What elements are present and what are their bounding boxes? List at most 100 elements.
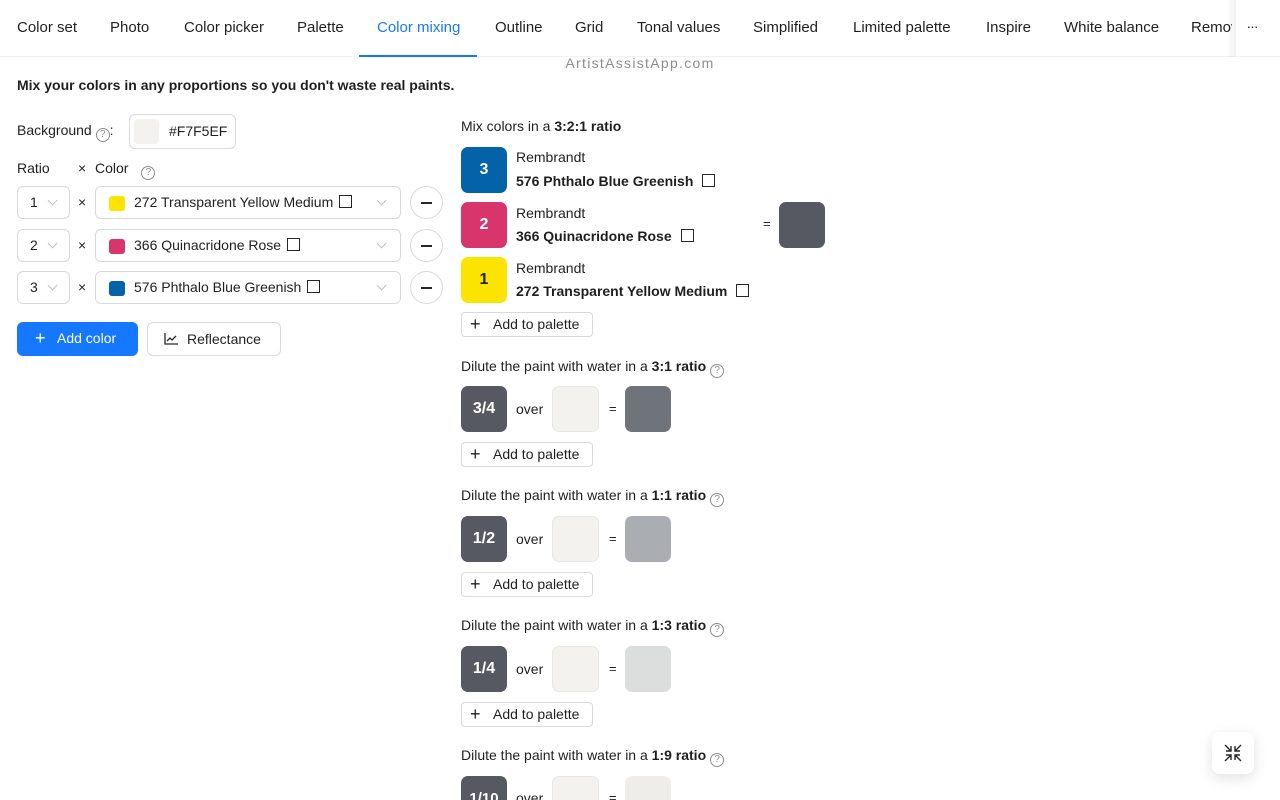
color-swatch [109,196,125,211]
paint-swatch: 3 [461,147,507,193]
add-to-palette-button[interactable]: + Add to palette [461,312,593,337]
tab-outline[interactable]: Outline [495,0,543,56]
paint-brand: Rembrandt [516,260,586,276]
mix-title: Mix colors in a 3:2:1 ratio [461,118,621,134]
plus-icon: + [470,444,481,464]
fullscreen-button[interactable] [1212,732,1254,774]
color-header-text: Color [95,160,129,176]
tab-palette[interactable]: Palette [297,0,344,56]
add-to-palette-label: Add to palette [493,706,580,722]
tab-bar: Color set Photo Color picker Palette Col… [0,0,1280,57]
ratio-select[interactable]: 2 [17,229,70,262]
add-to-palette-button[interactable]: + Add to palette [461,702,593,727]
paint-name: 272 Transparent Yellow Medium [516,283,728,299]
tab-list: Color set Photo Color picker Palette Col… [0,0,1232,57]
dilution-result-swatch [625,646,671,692]
tab-grid[interactable]: Grid [575,0,603,56]
help-icon[interactable]: ? [710,753,725,767]
checkbox-icon [736,284,750,297]
help-icon[interactable]: ? [141,166,156,180]
help-icon[interactable]: ? [710,623,725,637]
color-select[interactable]: 366 Quinacridone Rose [95,229,401,262]
dilution-prefix: Dilute the paint with water in a [461,617,652,633]
paint-fraction-swatch: 3/4 [461,386,507,432]
more-tabs-button[interactable]: ··· [1240,16,1264,40]
dilution-ratio: 1:1 ratio [651,487,707,503]
background-swatch [134,119,159,144]
equals-sign: = [609,401,617,416]
color-name: 576 Phthalo Blue Greenish [134,279,302,295]
tab-color-picker[interactable]: Color picker [184,0,264,56]
mix-ratio: 3:2:1 ratio [554,118,622,134]
ratio-value: 1 [30,194,38,210]
dilution-title: Dilute the paint with water in a 3:1 rat… [461,358,725,378]
tab-photo[interactable]: Photo [110,0,149,56]
paint-swatch: 2 [461,202,507,248]
plus-icon: + [470,314,481,334]
tab-color-set[interactable]: Color set [17,0,77,56]
times-sign: × [78,279,87,295]
dilution-ratio: 3:1 ratio [651,358,707,374]
ratio-select[interactable]: 3 [17,271,70,304]
color-select[interactable]: 272 Transparent Yellow Medium [95,186,401,219]
ratio-select[interactable]: 1 [17,186,70,219]
mix-title-prefix: Mix colors in a [461,118,555,134]
over-label: over [516,661,544,677]
add-to-palette-label: Add to palette [493,316,580,332]
color-select[interactable]: 576 Phthalo Blue Greenish [95,271,401,304]
equals-sign: = [763,216,771,231]
paint-name-row: 576 Phthalo Blue Greenish [516,173,716,189]
remove-color-button[interactable] [410,186,443,219]
tab-white-balance[interactable]: White balance [1064,0,1159,56]
background-label-text: Background [17,122,92,138]
color-name: 272 Transparent Yellow Medium [134,194,334,210]
remove-color-button[interactable] [410,229,443,262]
remove-color-button[interactable] [410,271,443,304]
color-swatch [109,239,125,254]
times-sign: × [78,194,87,210]
reflectance-button[interactable]: Reflectance [147,322,281,356]
help-icon[interactable]: ? [95,128,110,142]
dilution-title: Dilute the paint with water in a 1:3 rat… [461,617,725,637]
dilution-result-swatch [625,386,671,432]
tab-limited-palette[interactable]: Limited palette [853,0,951,56]
checkbox-icon [287,238,301,251]
tab-simplified[interactable]: Simplified [753,0,818,56]
tab-tonal-values[interactable]: Tonal values [637,0,720,56]
tab-color-mixing[interactable]: Color mixing [377,0,460,56]
dilution-ratio: 1:3 ratio [651,617,707,633]
watermark: ArtistAssistApp.com [565,55,715,71]
intro-text: Mix your colors in any proportions so yo… [17,77,455,93]
tab-inspire[interactable]: Inspire [986,0,1031,56]
add-to-palette-label: Add to palette [493,576,580,592]
water-swatch [552,516,599,562]
mix-result-swatch [779,202,825,248]
paint-name: 576 Phthalo Blue Greenish [516,173,694,189]
chevron-down-icon [47,195,58,206]
checkbox-icon [339,195,353,208]
checkbox-icon [680,229,694,242]
equals-sign: = [609,790,617,800]
tabs-overflow-shadow [1226,0,1236,57]
ratio-value: 2 [30,237,38,253]
color-select-value: 366 Quinacridone Rose [134,237,301,253]
chevron-down-icon [376,195,387,206]
plus-icon: + [470,704,481,724]
add-to-palette-button[interactable]: + Add to palette [461,442,593,467]
help-icon[interactable]: ? [710,493,725,507]
equals-sign: = [609,531,617,546]
paint-brand: Rembrandt [516,149,586,165]
paint-fraction-swatch: 1/4 [461,646,507,692]
background-color-picker[interactable]: #F7F5EF [129,114,236,149]
color-swatch [109,281,125,296]
over-label: over [516,401,544,417]
dilution-ratio: 1:9 ratio [651,747,707,763]
background-label: Background ?: [17,122,114,142]
help-icon[interactable]: ? [710,364,725,378]
chevron-down-icon [376,280,387,291]
dilution-title: Dilute the paint with water in a 1:1 rat… [461,487,725,507]
background-colon: : [109,122,114,138]
over-label: over [516,790,544,800]
add-to-palette-button[interactable]: + Add to palette [461,572,593,597]
add-color-button[interactable]: + Add color [17,322,138,356]
